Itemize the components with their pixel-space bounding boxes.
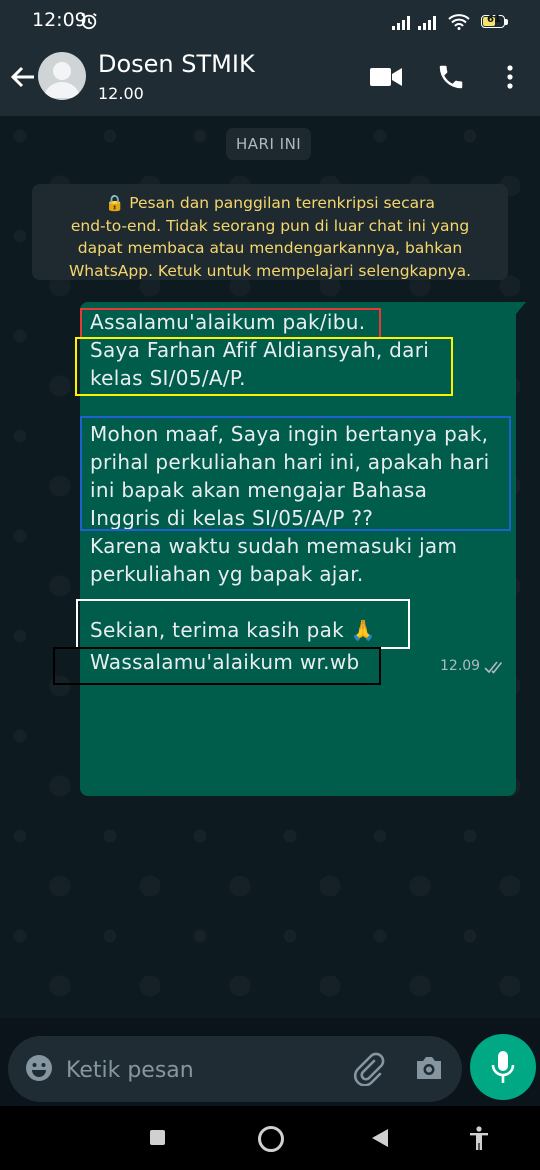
chat-area[interactable]: HARI INI 🔒 Pesan dan panggilan terenkrip… xyxy=(0,116,540,1018)
system-nav-bar xyxy=(0,1106,540,1170)
message-time: 12.09 xyxy=(440,658,481,674)
highlight-box-black xyxy=(53,647,381,685)
status-time: 12:09 xyxy=(32,9,87,31)
signal-icon xyxy=(392,16,410,30)
paperclip-icon[interactable] xyxy=(352,1052,386,1086)
highlight-box-yellow xyxy=(75,337,453,396)
encryption-line: 🔒 Pesan dan panggilan terenkripsi secara xyxy=(105,194,435,212)
highlight-box-red xyxy=(80,308,381,339)
battery-level: 61 xyxy=(487,14,501,25)
double-check-icon xyxy=(484,661,503,674)
video-call-icon[interactable] xyxy=(370,66,402,88)
battery-tip xyxy=(505,19,508,25)
camera-icon[interactable] xyxy=(414,1054,444,1082)
encryption-notice[interactable]: 🔒 Pesan dan panggilan terenkripsi secara… xyxy=(32,184,508,280)
highlight-box-white xyxy=(76,599,410,649)
nav-back-icon[interactable] xyxy=(372,1129,388,1147)
signal-icon-2 xyxy=(418,16,436,30)
alarm-icon xyxy=(81,13,97,30)
default-avatar-icon xyxy=(44,62,80,98)
accessibility-icon[interactable] xyxy=(468,1126,490,1150)
message-input[interactable] xyxy=(64,1048,338,1092)
status-bar: 12:09 61 xyxy=(0,0,540,40)
chat-header: Dosen STMIK 12.00 xyxy=(0,40,540,116)
back-arrow-icon[interactable] xyxy=(8,62,38,92)
message-line: Karena waktu sudah memasuki jam xyxy=(90,534,458,558)
encryption-line: end-to-end. Tidak seorang pun di luar ch… xyxy=(70,216,470,235)
phone-call-icon[interactable] xyxy=(436,62,466,92)
bubble-tail xyxy=(516,302,526,314)
highlight-box-blue xyxy=(80,416,511,531)
microphone-icon xyxy=(491,1051,515,1083)
encryption-line: WhatsApp. Ketuk untuk mempelajari seleng… xyxy=(68,261,472,280)
voice-message-button[interactable] xyxy=(470,1034,536,1100)
emoji-icon[interactable] xyxy=(24,1053,54,1083)
recent-apps-icon[interactable] xyxy=(150,1130,165,1145)
encryption-line: dapat membaca atau mendengarkannya, bahk… xyxy=(77,239,463,257)
contact-name[interactable]: Dosen STMIK xyxy=(98,50,255,78)
avatar[interactable] xyxy=(38,52,86,100)
home-icon[interactable] xyxy=(258,1126,284,1152)
message-line: perkuliahan yg bapak ajar. xyxy=(90,562,364,586)
message-composer xyxy=(8,1036,462,1102)
date-chip: HARI INI xyxy=(226,128,312,160)
wifi-icon xyxy=(448,14,470,30)
more-options-icon[interactable] xyxy=(500,62,520,92)
battery-icon: 61 xyxy=(481,14,505,28)
contact-last-seen: 12.00 xyxy=(98,84,144,103)
